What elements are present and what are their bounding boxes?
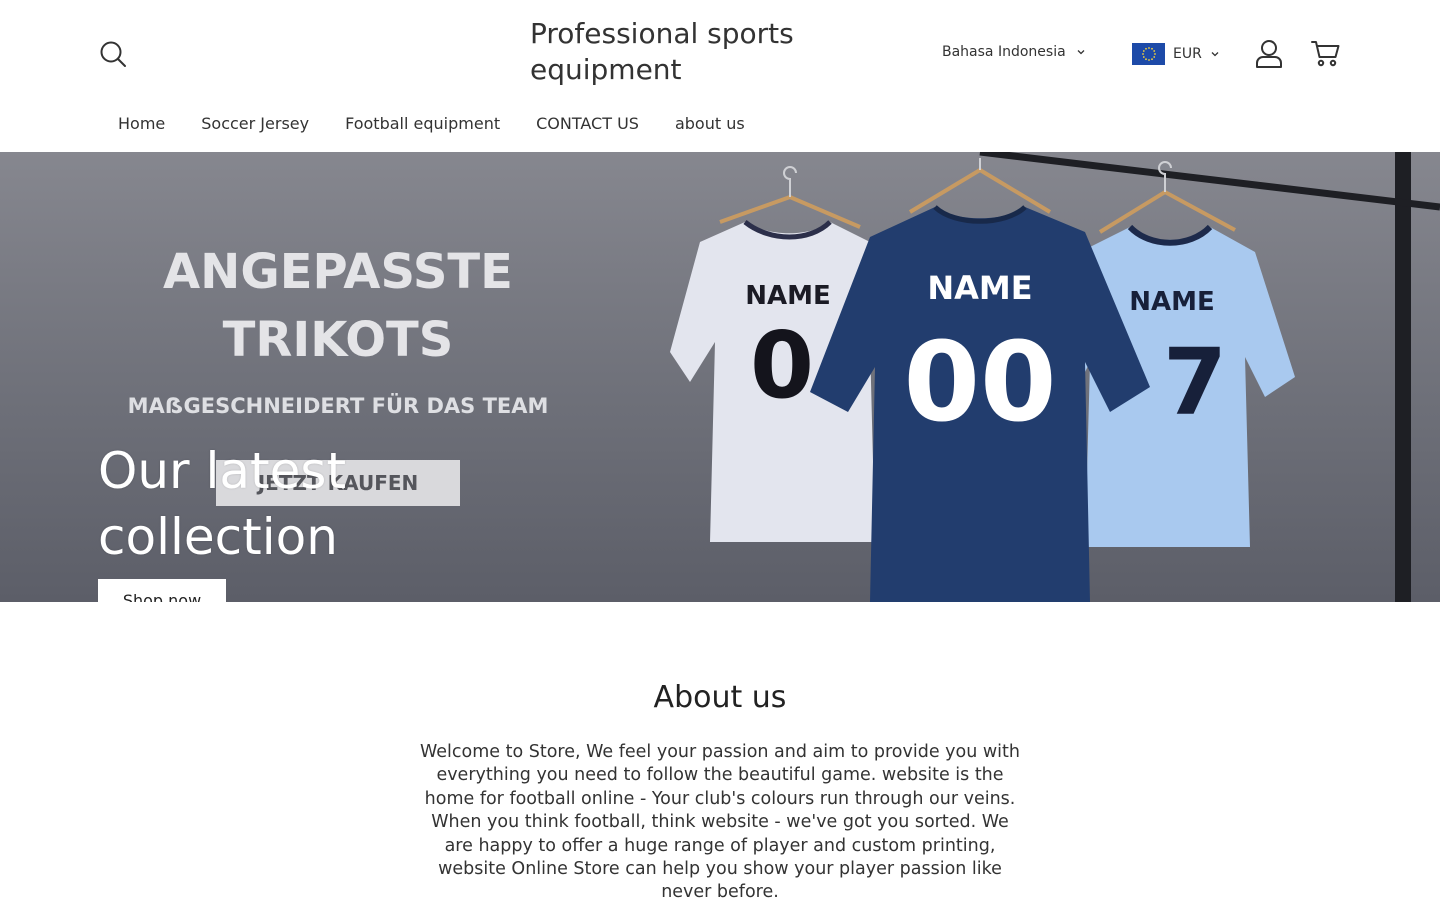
banner-text-line3: MAẞGESCHNEIDERT FÜR DAS TEAM: [128, 393, 549, 418]
eu-flag-icon: [1132, 43, 1165, 65]
currency-selector[interactable]: EUR: [1132, 43, 1220, 65]
rack-bar: [979, 152, 1440, 211]
site-title[interactable]: Professional sports equipment: [530, 16, 870, 88]
hero-heading: Our latest collection: [98, 442, 347, 566]
svg-text:0: 0: [750, 312, 814, 419]
nav-item-football-equipment[interactable]: Football equipment: [327, 110, 518, 137]
language-label: Bahasa Indonesia: [942, 44, 1066, 60]
nav-item-about-us[interactable]: about us: [657, 110, 763, 137]
banner-text-line1: ANGEPASSTE: [163, 244, 513, 300]
about-section: About us Welcome to Store, We feel your …: [0, 602, 1440, 905]
nav-item-soccer-jersey[interactable]: Soccer Jersey: [183, 110, 327, 137]
svg-text:NAME: NAME: [745, 281, 831, 311]
shop-now-button[interactable]: Shop now: [98, 579, 226, 602]
banner-text-line2: TRIKOTS: [223, 312, 454, 368]
nav-item-contact-us[interactable]: CONTACT US: [518, 110, 657, 137]
hero-banner: ANGEPASSTE TRIKOTS MAẞGESCHNEIDERT FÜR D…: [0, 152, 1440, 602]
svg-text:00: 00: [903, 318, 1056, 446]
svg-text:NAME: NAME: [927, 269, 1032, 307]
cart-icon[interactable]: [1311, 40, 1341, 68]
chevron-down-icon: [1211, 52, 1219, 57]
rack-post: [1395, 152, 1411, 602]
svg-text:NAME: NAME: [1129, 287, 1215, 317]
language-selector[interactable]: Bahasa Indonesia: [942, 44, 1086, 60]
currency-label: EUR: [1173, 46, 1202, 62]
about-title: About us: [653, 680, 787, 715]
svg-text:7: 7: [1163, 329, 1227, 436]
nav-item-home[interactable]: Home: [100, 110, 183, 137]
account-icon[interactable]: [1255, 39, 1283, 69]
about-body: Welcome to Store, We feel your passion a…: [420, 742, 1020, 903]
main-nav: Home Soccer Jersey Football equipment CO…: [100, 110, 763, 137]
site-header: Professional sports equipment Bahasa Ind…: [0, 0, 1440, 152]
chevron-down-icon: [1077, 50, 1085, 55]
search-icon[interactable]: [99, 40, 127, 68]
